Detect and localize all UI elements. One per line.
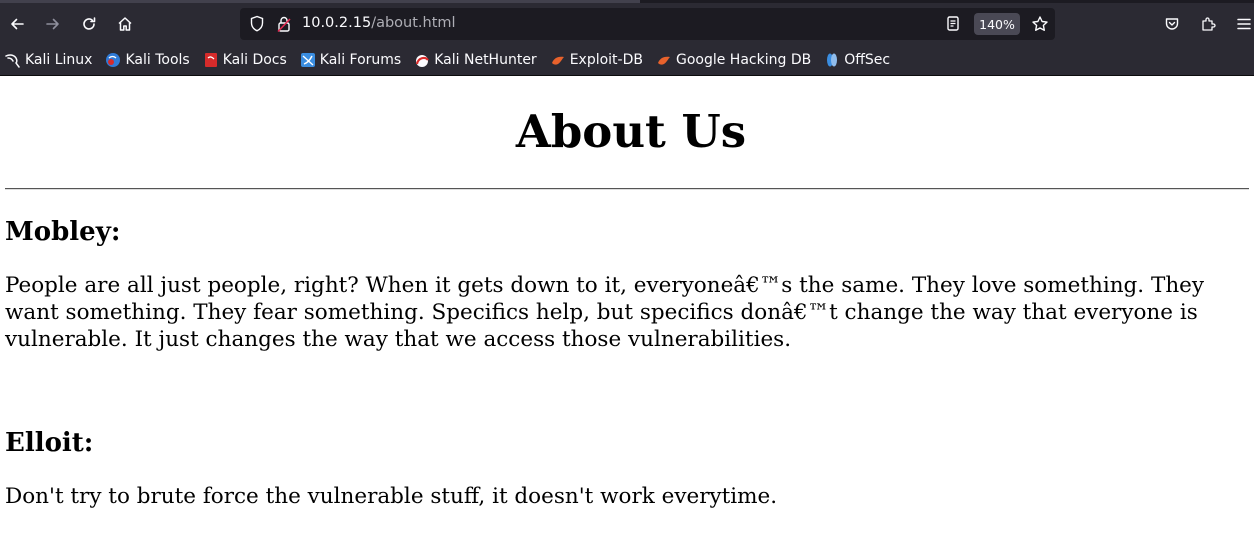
bookmark-kali-linux[interactable]: Kali Linux: [5, 52, 92, 68]
ghdb-icon: [657, 56, 670, 65]
bookmark-label: Kali Docs: [222, 52, 287, 68]
bookmark-label: Kali NetHunter: [434, 52, 537, 68]
star-icon[interactable]: [1031, 15, 1049, 33]
bookmark-label: Exploit-DB: [569, 52, 643, 68]
tab-strip: [0, 0, 1254, 3]
bookmark-kali-nethunter[interactable]: Kali NetHunter: [414, 52, 537, 68]
navigation-toolbar: 10.0.2.15/about.html 140%: [0, 6, 1254, 42]
bookmark-label: Kali Tools: [125, 52, 190, 68]
section-text-elloit: Don't try to brute force the vulnerable …: [5, 484, 778, 509]
kali-forums-icon: [300, 53, 315, 67]
offsec-icon: [827, 53, 838, 67]
shield-icon[interactable]: [249, 15, 265, 33]
section-heading-mobley: Mobley:: [5, 217, 121, 247]
browser-chrome: 10.0.2.15/about.html 140% Kali Linux Kal…: [0, 0, 1254, 76]
title-divider: [5, 188, 1249, 190]
active-tab[interactable]: [0, 0, 640, 3]
page-content: About Us Mobley: People are all just peo…: [0, 76, 1254, 510]
back-icon: [11, 18, 24, 30]
home-icon: [118, 17, 132, 31]
bookmark-label: OffSec: [844, 52, 891, 68]
reload-button[interactable]: [74, 6, 104, 42]
bookmark-label: Kali Forums: [319, 52, 402, 68]
exploit-db-icon: [551, 56, 564, 65]
kali-docs-icon: [204, 53, 217, 67]
url-host: 10.0.2.15: [302, 15, 372, 31]
extensions-icon: [1202, 17, 1216, 31]
bookmark-kali-forums[interactable]: Kali Forums: [300, 52, 401, 68]
zoom-level-badge[interactable]: 140%: [974, 13, 1020, 35]
home-button[interactable]: [110, 6, 140, 42]
reader-view-icon[interactable]: [945, 15, 961, 33]
kali-tools-icon: [106, 53, 121, 67]
pocket-button[interactable]: [1157, 6, 1187, 42]
reload-icon: [83, 17, 96, 30]
bookmark-kali-docs[interactable]: Kali Docs: [203, 52, 287, 68]
bookmark-label: Google Hacking DB: [675, 52, 812, 68]
forward-button[interactable]: [38, 6, 68, 42]
extensions-button[interactable]: [1193, 6, 1223, 42]
address-bar[interactable]: 10.0.2.15/about.html 140%: [240, 8, 1055, 40]
page-title: About Us: [515, 105, 747, 158]
bookmark-kali-tools[interactable]: Kali Tools: [105, 52, 190, 68]
section-heading-elloit: Elloit:: [5, 428, 94, 458]
forward-icon: [46, 18, 59, 30]
bookmarks-toolbar: Kali Linux Kali Tools Kali Docs Kali For…: [0, 48, 1254, 72]
bookmark-google-hacking-db[interactable]: Google Hacking DB: [656, 52, 811, 68]
menu-icon: [1237, 18, 1251, 30]
nethunter-icon: [416, 55, 430, 67]
kali-dragon-icon: [5, 54, 20, 68]
pocket-icon: [1165, 18, 1179, 30]
bookmark-exploit-db[interactable]: Exploit-DB: [550, 52, 643, 68]
app-menu-button[interactable]: [1229, 6, 1254, 42]
bookmark-label: Kali Linux: [25, 52, 93, 68]
bookmark-offsec[interactable]: OffSec: [824, 52, 890, 68]
section-text-mobley: People are all just people, right? When …: [5, 273, 1205, 352]
url-text[interactable]: 10.0.2.15/about.html: [302, 15, 456, 31]
lock-icon[interactable]: [276, 15, 292, 33]
back-button[interactable]: [2, 6, 32, 42]
url-path: /about.html: [371, 15, 456, 31]
